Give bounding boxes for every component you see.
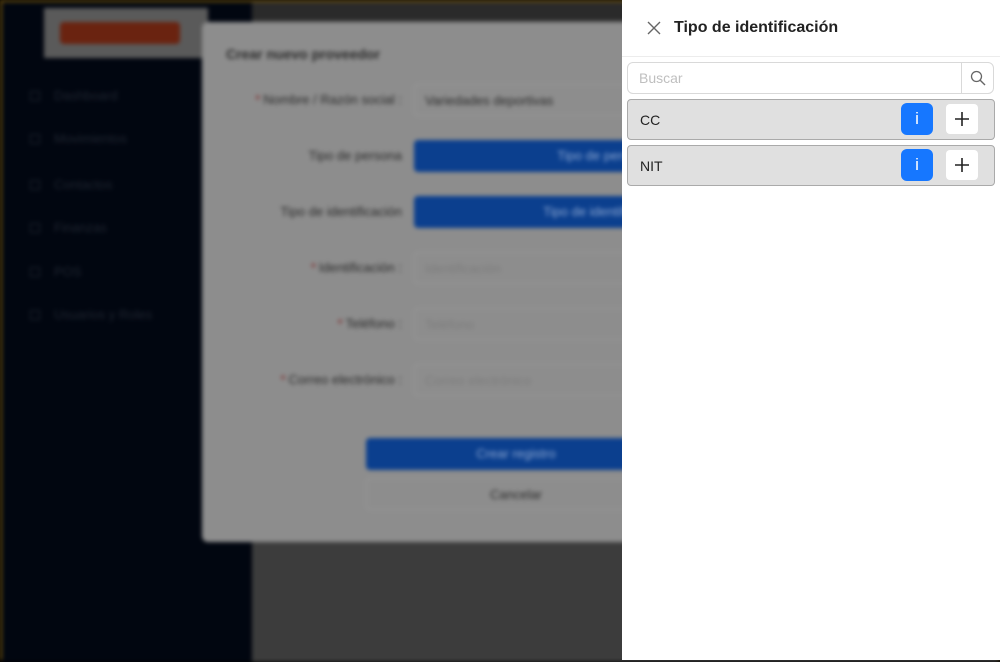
sidebar-item-label: Movimientos: [54, 131, 127, 146]
menu-icon: [30, 133, 40, 144]
sidebar-item-label: POS: [54, 264, 82, 279]
sidebar-item-label: Dashboard: [54, 88, 118, 103]
list-item[interactable]: CC i: [627, 99, 995, 140]
sidebar-item[interactable]: Contactos: [30, 177, 113, 192]
drawer-header: Tipo de identificación: [622, 0, 1000, 57]
menu-icon: [30, 266, 40, 277]
item-label: CC: [640, 112, 661, 128]
info-button[interactable]: i: [901, 103, 933, 135]
sidebar-item[interactable]: POS: [30, 264, 81, 279]
info-button[interactable]: i: [901, 149, 933, 181]
search-icon: [970, 70, 985, 86]
sidebar-item-label: Contactos: [54, 177, 113, 192]
sidebar-item[interactable]: Usuarios y Roles: [30, 307, 152, 322]
logo: [44, 8, 208, 58]
close-icon[interactable]: [646, 20, 662, 36]
sidebar-item-label: Finanzas: [54, 220, 107, 235]
list-item[interactable]: NIT i: [627, 145, 995, 186]
menu-icon: [30, 309, 40, 320]
search-button[interactable]: [961, 63, 993, 93]
plus-icon: [955, 158, 969, 172]
cancel-button[interactable]: Cancelar: [366, 478, 666, 510]
drawer-title: Tipo de identificación: [674, 19, 839, 36]
add-button[interactable]: [946, 104, 978, 134]
add-button[interactable]: [946, 150, 978, 180]
sidebar-item[interactable]: Dashboard: [30, 88, 118, 103]
menu-icon: [30, 222, 40, 233]
id-type-drawer: Tipo de identificación CC i NIT i: [622, 0, 1000, 660]
sidebar-item[interactable]: Finanzas: [30, 220, 107, 235]
sidebar-item-label: Usuarios y Roles: [54, 307, 153, 322]
modal-title: Crear nuevo proveedor: [226, 46, 381, 62]
search-box: [627, 62, 994, 94]
create-record-button[interactable]: Crear registro: [366, 438, 666, 470]
sidebar-item[interactable]: Movimientos: [30, 131, 127, 146]
menu-icon: [30, 179, 40, 190]
item-label: NIT: [640, 158, 663, 174]
search-input[interactable]: [628, 63, 961, 93]
plus-icon: [955, 112, 969, 126]
menu-icon: [30, 90, 40, 101]
